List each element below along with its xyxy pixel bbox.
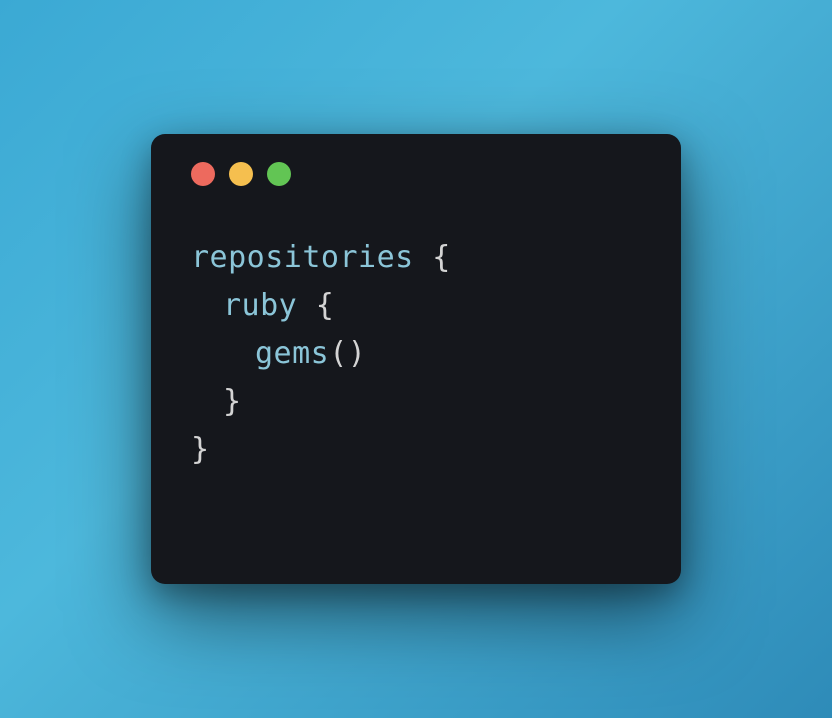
token-brace: } <box>223 384 242 419</box>
code-content: repositories { ruby { gems() } } <box>183 234 649 474</box>
token-brace: { <box>414 240 451 275</box>
maximize-icon[interactable] <box>267 162 291 186</box>
token-identifier: gems <box>255 336 329 371</box>
traffic-lights <box>191 162 649 186</box>
token-identifier: ruby <box>223 288 297 323</box>
token-paren: () <box>329 336 366 371</box>
code-line-5: } <box>191 426 649 474</box>
token-identifier: repositories <box>191 240 414 275</box>
token-brace: { <box>297 288 334 323</box>
token-brace: } <box>191 432 210 467</box>
code-line-3: gems() <box>191 330 649 378</box>
code-line-1: repositories { <box>191 234 649 282</box>
close-icon[interactable] <box>191 162 215 186</box>
terminal-window: repositories { ruby { gems() } } <box>151 134 681 584</box>
code-line-4: } <box>191 378 649 426</box>
minimize-icon[interactable] <box>229 162 253 186</box>
code-line-2: ruby { <box>191 282 649 330</box>
